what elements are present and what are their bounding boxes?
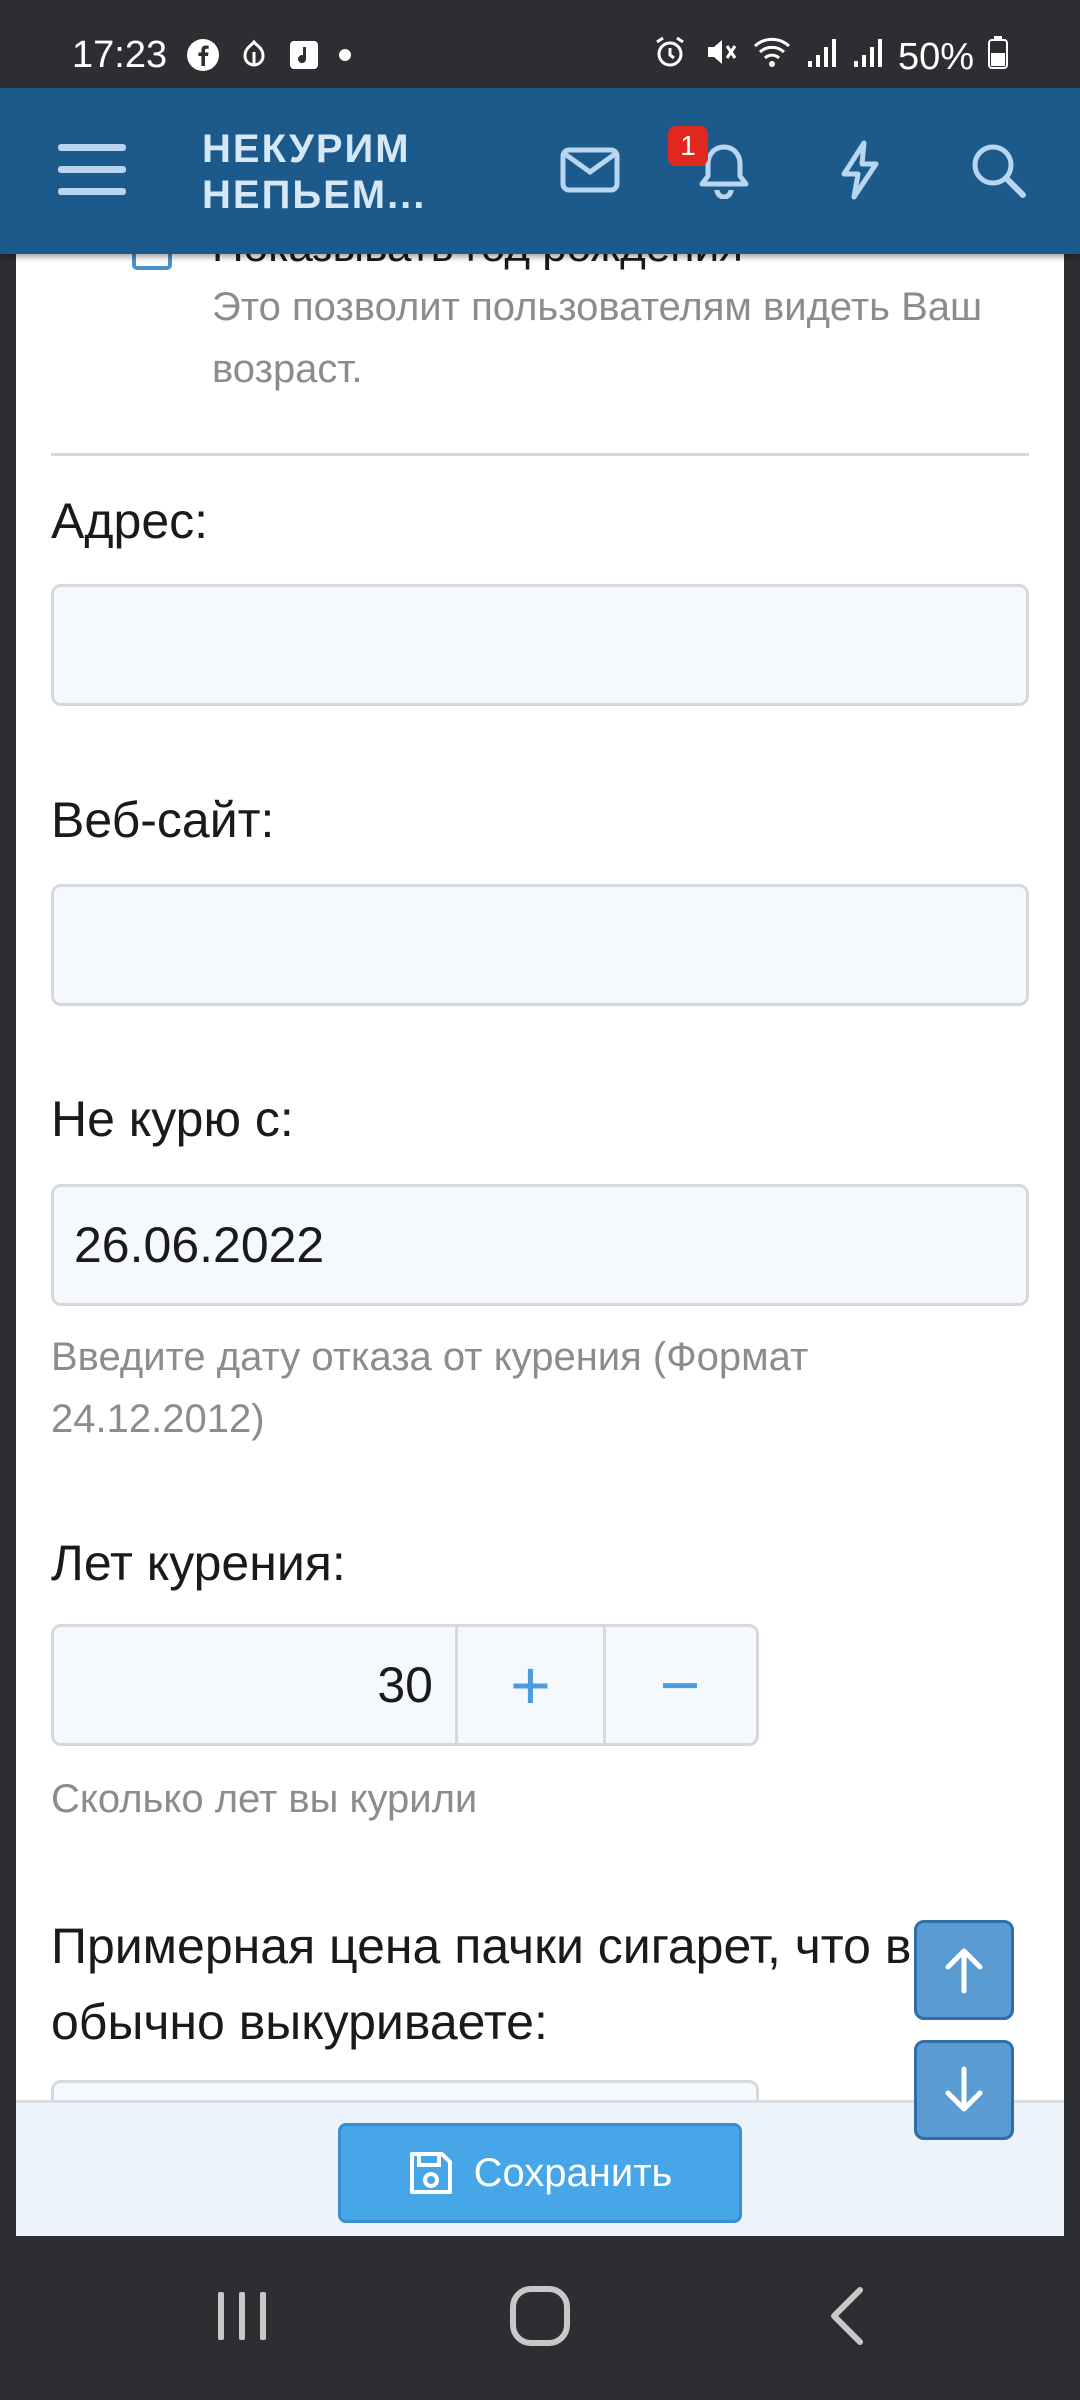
logo-line1: НЕКУРИМ	[202, 127, 411, 171]
form-submit-row: Сохранить	[16, 2100, 1064, 2236]
menu-button[interactable]	[52, 130, 132, 210]
hamburger-icon	[58, 144, 126, 195]
battery-icon	[988, 35, 1008, 79]
address-label: Адрес:	[51, 493, 209, 549]
arrow-up-icon	[945, 1948, 983, 1994]
logo-line2: НЕПЬЕМ...	[202, 173, 427, 217]
website-label: Веб-сайт:	[51, 792, 275, 848]
years-hint: Сколько лет вы курили	[51, 1777, 478, 1821]
status-bar: 17:23 50%	[0, 0, 1080, 88]
back-icon	[831, 2287, 863, 2345]
search-icon	[972, 144, 1026, 198]
alarm-icon	[652, 34, 688, 80]
profile-form: Показывать год рождения Это позволит пол…	[16, 254, 1064, 2100]
recent-apps-icon	[218, 2292, 266, 2340]
search-button[interactable]	[958, 130, 1038, 210]
price-label: Примерная цена пачки сигарет, что вы обы…	[51, 1918, 948, 2050]
music-icon	[288, 39, 320, 76]
facebook-icon	[186, 38, 220, 77]
quit-date-input[interactable]: 26.06.2022	[51, 1184, 1029, 1306]
floppy-disk-icon	[409, 2152, 452, 2194]
years-increment-button[interactable]: +	[458, 1627, 606, 1743]
status-right: 50%	[652, 34, 1008, 80]
envelope-icon	[560, 147, 620, 193]
signal-icon	[852, 35, 884, 79]
whats-new-button[interactable]	[820, 130, 900, 210]
years-stepper: 30 + −	[51, 1624, 759, 1746]
quit-date-hint: Введите дату отказа от курения (Формат 2…	[51, 1335, 809, 1441]
home-button[interactable]	[490, 2276, 590, 2356]
scroll-bottom-button[interactable]	[914, 2040, 1014, 2140]
birth-year-checkbox[interactable]	[132, 254, 172, 270]
divider	[51, 453, 1029, 456]
dot-icon	[338, 48, 352, 67]
recent-apps-button[interactable]	[192, 2276, 292, 2356]
signal-icon	[806, 35, 838, 79]
birth-year-checkbox-label: Показывать год рождения	[212, 254, 743, 272]
notification-badge: 1	[668, 126, 708, 166]
home-icon	[510, 2286, 570, 2346]
website-input[interactable]	[51, 884, 1029, 1006]
years-label: Лет курения:	[51, 1535, 346, 1591]
save-button[interactable]: Сохранить	[338, 2123, 742, 2223]
years-decrement-button[interactable]: −	[606, 1627, 754, 1743]
back-button[interactable]	[798, 2276, 898, 2356]
inbox-button[interactable]	[550, 130, 630, 210]
years-input[interactable]: 30	[54, 1627, 458, 1743]
system-nav-bar	[0, 2236, 1080, 2400]
scroll-top-button[interactable]	[914, 1920, 1014, 2020]
arrow-down-icon	[945, 2066, 983, 2112]
save-button-label: Сохранить	[473, 2150, 673, 2195]
app-icon	[238, 38, 270, 77]
battery-percent: 50%	[897, 35, 974, 78]
wifi-icon	[752, 34, 792, 80]
status-left-icons	[186, 38, 352, 77]
site-logo[interactable]: НЕКУРИМ НЕПЬЕМ...	[202, 126, 426, 218]
price-stepper[interactable]	[51, 2080, 759, 2100]
birth-year-hint: Это позволит пользователям видеть Ваш во…	[212, 285, 983, 391]
lightning-icon	[841, 140, 879, 200]
status-time: 17:23	[72, 34, 168, 76]
quit-date-label: Не курю с:	[51, 1091, 294, 1147]
site-header: НЕКУРИМ НЕПЬЕМ... 1	[0, 88, 1080, 254]
address-input[interactable]	[51, 584, 1029, 706]
mute-icon	[702, 34, 738, 80]
